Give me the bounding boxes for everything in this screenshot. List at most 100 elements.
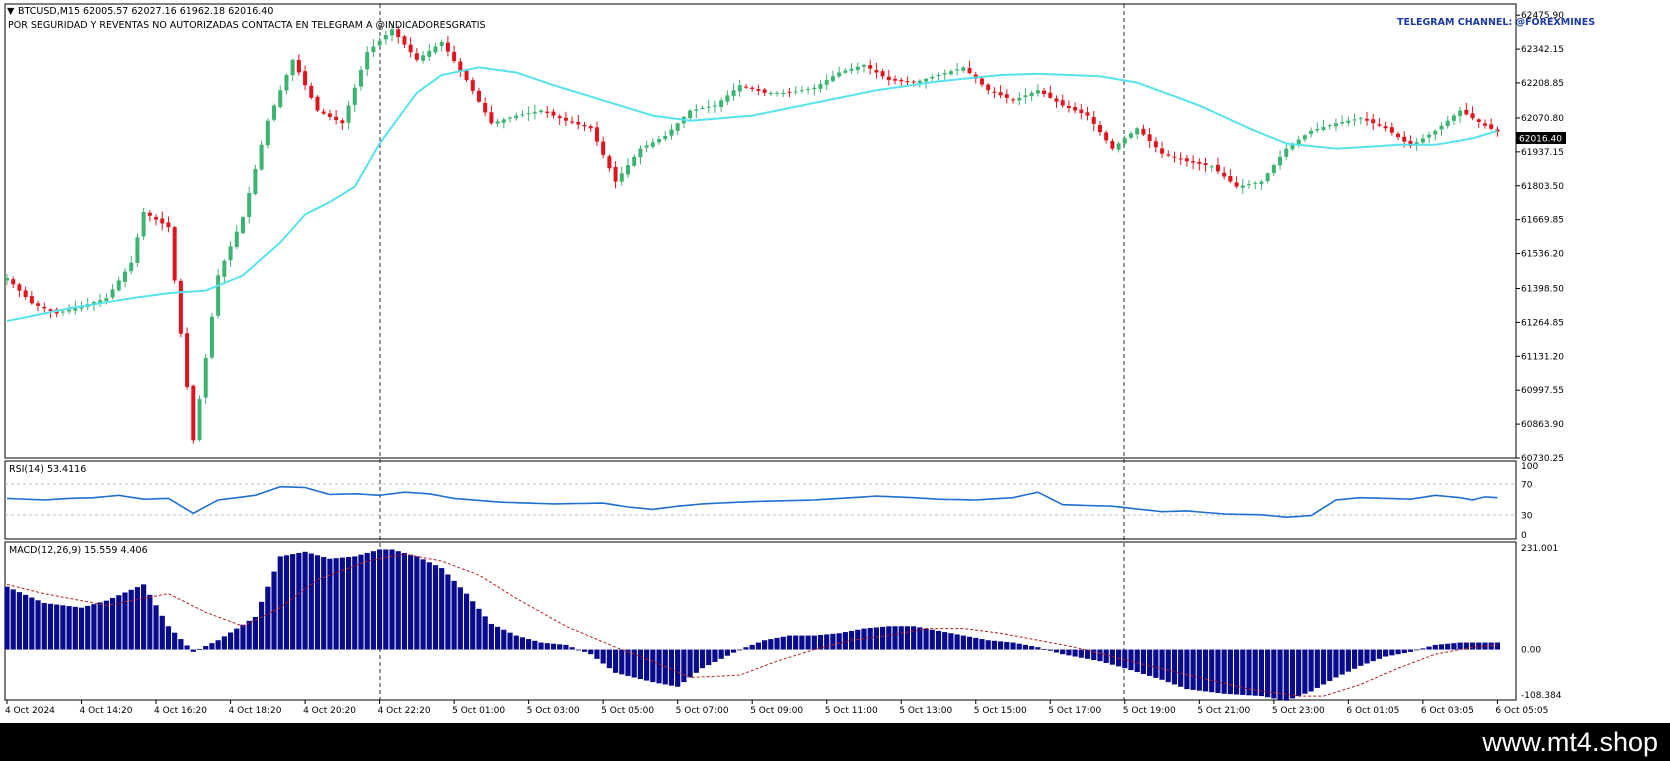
- macd-bar: [494, 626, 501, 650]
- time-tick-label: 6 Oct 03:05: [1421, 706, 1474, 716]
- macd-bar: [23, 594, 29, 650]
- macd-bar: [774, 637, 780, 650]
- macd-bar: [227, 632, 234, 650]
- candle-body: [1377, 124, 1382, 126]
- candle-body: [36, 303, 41, 306]
- macd-bar: [128, 589, 134, 650]
- macd-bar: [196, 648, 203, 650]
- macd-bar: [892, 626, 898, 650]
- candle-body: [290, 59, 295, 76]
- macd-bar: [184, 645, 190, 650]
- macd-bar: [1147, 649, 1153, 676]
- candle-body: [948, 71, 953, 75]
- candle-body: [886, 76, 891, 81]
- macd-bar: [1320, 649, 1327, 685]
- macd-bar: [141, 584, 147, 650]
- candle-body: [694, 109, 699, 111]
- price-tick-label: 61131.20: [1521, 352, 1564, 362]
- macd-bar: [445, 574, 451, 650]
- candle-body: [234, 231, 239, 248]
- macd-bar: [606, 649, 612, 669]
- macd-bar: [1246, 649, 1252, 696]
- candle-body: [334, 116, 339, 121]
- candle-body: [824, 80, 829, 85]
- macd-panel: [4, 541, 1517, 701]
- macd-bar: [1190, 649, 1196, 690]
- candle-body: [1259, 181, 1264, 184]
- macd-bar: [966, 636, 973, 650]
- candle-body: [1383, 126, 1388, 129]
- candle-body: [669, 129, 674, 136]
- candle-body: [383, 35, 388, 40]
- macd-bar: [314, 555, 321, 650]
- candle-body: [570, 121, 575, 123]
- macd-bar: [451, 580, 457, 650]
- macd-bar: [221, 636, 227, 650]
- candle-body: [1035, 90, 1040, 94]
- candle-body: [1203, 163, 1208, 166]
- macd-bar: [780, 636, 786, 650]
- macd-bar: [432, 565, 439, 650]
- candle-body: [1240, 185, 1245, 188]
- candle-body: [278, 90, 283, 107]
- macd-bar: [811, 635, 817, 650]
- macd-bar: [749, 644, 755, 650]
- candle-body: [1284, 148, 1289, 157]
- candle-body: [1253, 182, 1258, 184]
- candle-body: [1110, 141, 1115, 149]
- candle-body: [427, 50, 432, 57]
- candle-body: [433, 46, 438, 53]
- candle-body: [905, 81, 910, 83]
- candle-body: [861, 64, 866, 67]
- candle-body: [1029, 92, 1034, 97]
- symbol-line: BTCUSD,M15 62005.57 62027.16 61962.18 62…: [18, 6, 273, 17]
- candle-body: [806, 88, 811, 90]
- macd-bar: [1022, 644, 1029, 650]
- candle-body: [1420, 138, 1425, 143]
- macd-bar: [557, 644, 563, 650]
- macd-bar: [619, 649, 625, 675]
- macd-bar: [1258, 649, 1265, 697]
- macd-bar: [1004, 641, 1010, 650]
- macd-bar: [550, 643, 557, 650]
- rsi-panel: [4, 460, 1517, 540]
- macd-bar: [1376, 649, 1383, 659]
- candle-body: [874, 69, 879, 73]
- price-tick-label: 61937.15: [1521, 148, 1564, 158]
- candle-body: [998, 92, 1003, 96]
- macd-bar: [1339, 649, 1345, 675]
- candle-body: [1073, 107, 1078, 111]
- site-link[interactable]: www.mt4.shop: [1482, 725, 1658, 759]
- macd-bar: [842, 632, 848, 650]
- time-tick-label: 5 Oct 05:00: [601, 706, 654, 716]
- macd-bar: [10, 589, 16, 650]
- macd-bar: [929, 629, 935, 650]
- time-tick-label: 4 Oct 18:20: [229, 706, 282, 716]
- macd-bar: [1196, 649, 1202, 691]
- macd-bar: [1010, 642, 1016, 650]
- candle-body: [1352, 119, 1357, 121]
- candle-body: [147, 212, 152, 216]
- candle-body: [688, 110, 693, 119]
- candle-body: [116, 280, 121, 291]
- candle-body: [775, 92, 780, 94]
- candle-body: [1017, 97, 1022, 101]
- candle-body: [632, 156, 637, 166]
- macd-bar: [395, 551, 401, 650]
- macd-bar: [588, 649, 594, 655]
- candle-body: [539, 110, 544, 113]
- macd-bar: [1159, 649, 1165, 680]
- candle-body: [172, 227, 177, 281]
- time-tick-label: 5 Oct 13:00: [899, 706, 952, 716]
- macd-bar: [97, 602, 103, 650]
- candle-body: [1141, 128, 1146, 135]
- candle-body: [1333, 123, 1338, 127]
- macd-tick-label: -108.384: [1521, 691, 1562, 701]
- macd-bar: [681, 649, 687, 683]
- macd-bar: [377, 549, 383, 650]
- candle-body: [1215, 164, 1220, 172]
- candle-body: [60, 311, 65, 313]
- macd-bar: [675, 649, 681, 687]
- candle-body: [414, 53, 419, 60]
- macd-bar: [637, 649, 644, 680]
